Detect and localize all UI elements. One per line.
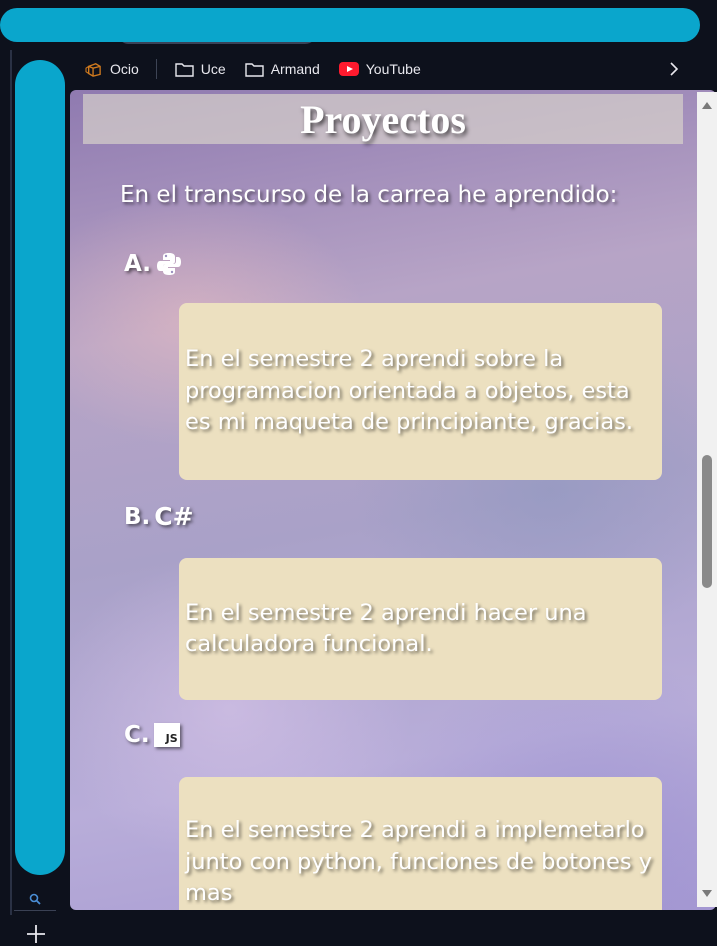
- bookmark-separator: [155, 59, 157, 79]
- bookmark-label: Armand: [270, 61, 320, 77]
- page-viewport: Proyectos En el transcurso de la carrea …: [70, 90, 716, 910]
- item-marker: A.: [124, 251, 151, 277]
- bookmark-uce[interactable]: Uce: [175, 61, 226, 77]
- sidebar-edge: [10, 50, 12, 915]
- project-description: En el semestre 2 aprendi hacer una calcu…: [185, 599, 587, 658]
- bookmark-label: Uce: [200, 61, 226, 77]
- page-title: Proyectos: [300, 96, 466, 142]
- folder-icon: [175, 62, 194, 77]
- add-icon[interactable]: [24, 922, 48, 946]
- page-header: Proyectos: [83, 94, 683, 144]
- bookmark-label: Ocio: [110, 61, 139, 77]
- project-description: En el semestre 2 aprendi sobre la progra…: [185, 346, 633, 436]
- javascript-icon: JS: [153, 723, 180, 747]
- item-marker: C.: [124, 722, 150, 748]
- bookmarks-bar: Ocio Uce Armand YouTube: [70, 52, 717, 86]
- browser-toolbar: [0, 0, 717, 50]
- folder-icon: [245, 62, 264, 77]
- chevron-right-icon[interactable]: [667, 61, 681, 77]
- intro-text: En el transcurso de la carrea he aprendi…: [120, 182, 618, 208]
- bookmark-armand[interactable]: Armand: [245, 61, 320, 77]
- bookmark-label: YouTube: [365, 61, 421, 77]
- youtube-icon: [338, 62, 359, 76]
- item-heading-b: B. C#: [124, 502, 194, 531]
- scrollbar-thumb[interactable]: [702, 455, 712, 588]
- vertical-scrollbar[interactable]: [697, 92, 717, 907]
- annotation-scribble-left: [15, 60, 65, 875]
- scroll-up-arrow-icon[interactable]: [701, 100, 713, 110]
- project-card-a: En el semestre 2 aprendi sobre la progra…: [179, 303, 662, 480]
- scroll-down-arrow-icon[interactable]: [701, 889, 713, 899]
- search-icon[interactable]: [28, 892, 42, 906]
- item-heading-a: A.: [124, 250, 183, 278]
- project-card-c: En el semestre 2 aprendi a implemetarlo …: [179, 777, 662, 910]
- python-icon: [156, 253, 181, 275]
- item-marker: B.: [124, 503, 151, 530]
- bookmark-ocio[interactable]: Ocio: [84, 61, 139, 77]
- bookmark-youtube[interactable]: YouTube: [338, 61, 421, 77]
- csharp-icon: C#: [154, 502, 194, 531]
- left-sidebar: [0, 50, 65, 943]
- project-card-b: En el semestre 2 aprendi hacer una calcu…: [179, 558, 662, 700]
- item-heading-c: C. JS: [124, 722, 180, 748]
- project-description: En el semestre 2 aprendi a implemetarlo …: [185, 817, 653, 906]
- box-icon: [85, 62, 101, 77]
- annotation-scribble-top: [0, 8, 700, 42]
- sidebar-divider: [14, 910, 56, 911]
